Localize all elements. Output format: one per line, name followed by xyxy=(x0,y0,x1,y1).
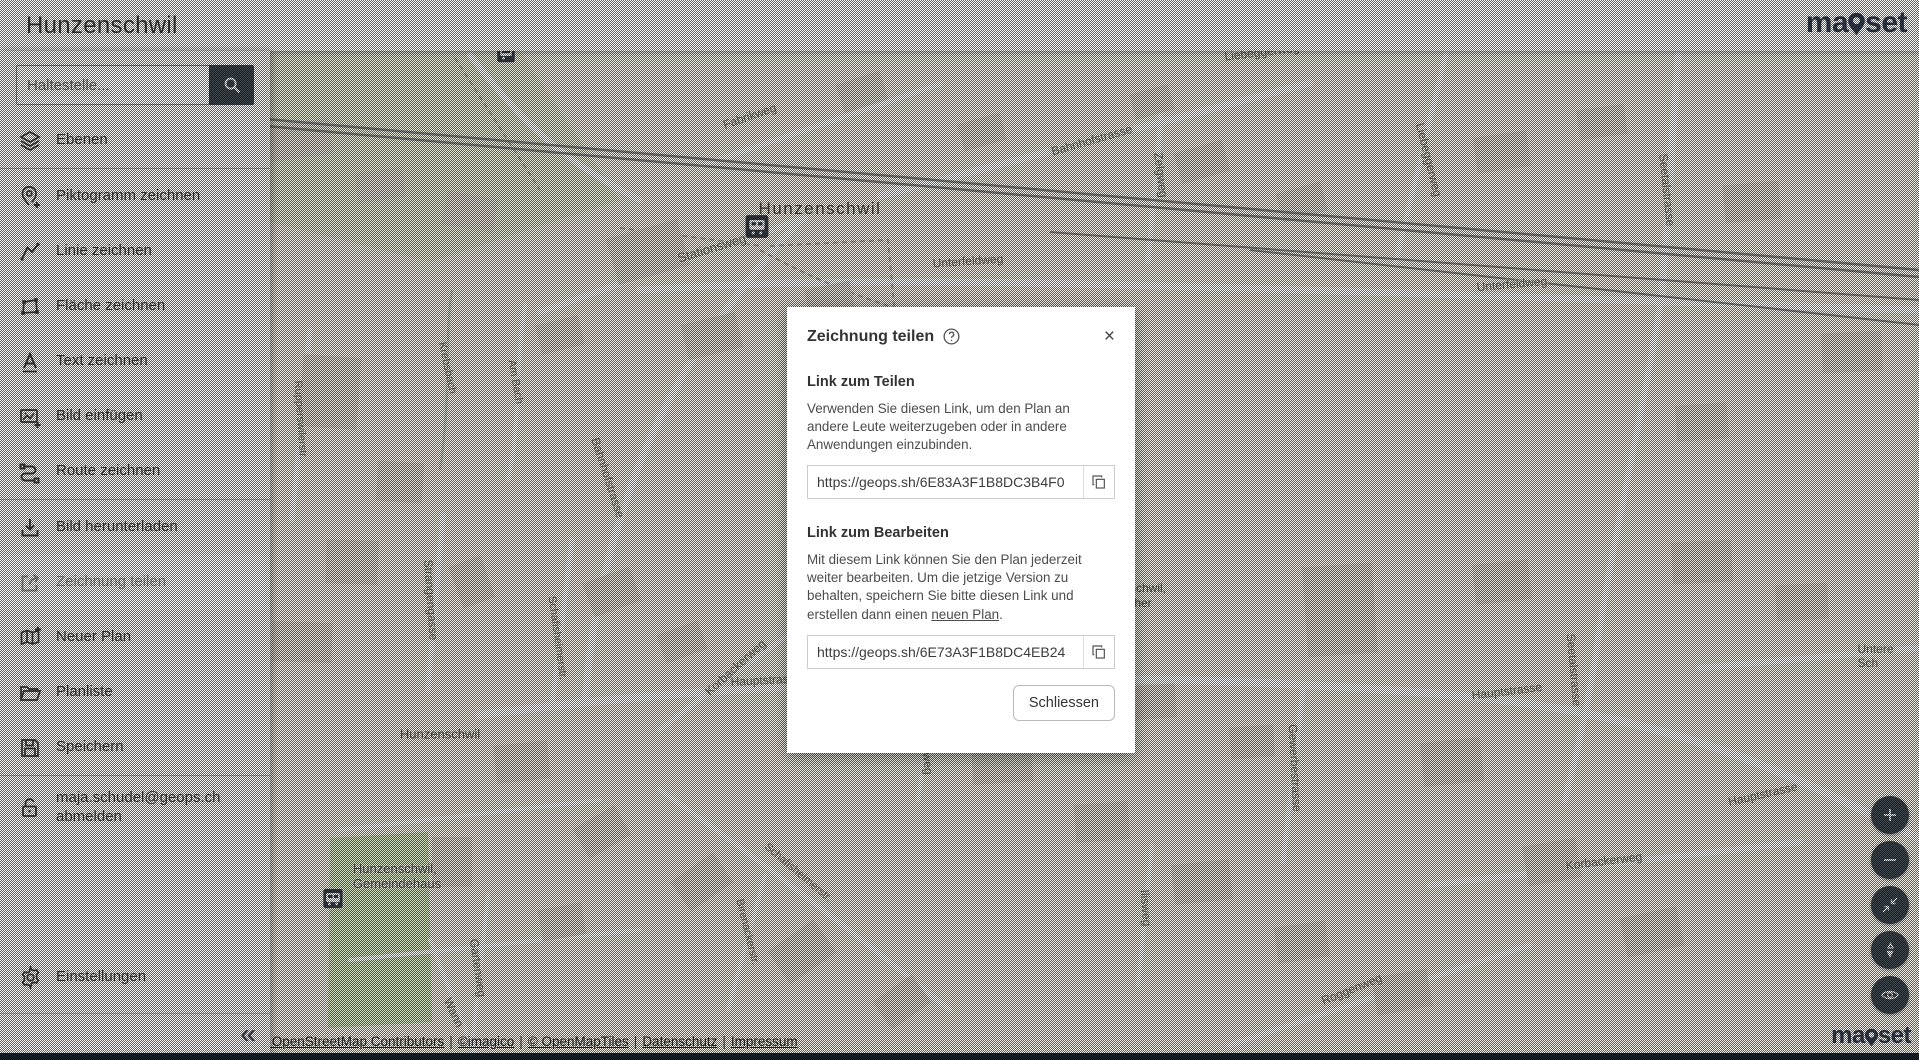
copy-share-link-button[interactable] xyxy=(1083,466,1114,498)
dialog-title: Zeichnung teilen xyxy=(807,328,934,346)
share-link-description: Verwenden Sie diesen Link, um den Plan a… xyxy=(807,400,1115,454)
dialog-title-row: Zeichnung teilen × xyxy=(807,327,1115,346)
neuen-plan-link[interactable]: neuen Plan xyxy=(931,607,999,622)
edit-link-row: https://geops.sh/6E73A3F1B8DC4EB24 xyxy=(807,635,1115,669)
edit-link-heading: Link zum Bearbeiten xyxy=(807,525,1115,541)
schliessen-button[interactable]: Schliessen xyxy=(1013,685,1115,721)
close-icon[interactable]: × xyxy=(1104,327,1115,346)
share-dialog: Zeichnung teilen × Link zum Teilen Verwe… xyxy=(787,307,1135,753)
help-icon[interactable] xyxy=(942,327,961,346)
share-link-url[interactable]: https://geops.sh/6E83A3F1B8DC3B4F0 xyxy=(808,466,1083,498)
share-link-heading: Link zum Teilen xyxy=(807,374,1115,390)
edit-link-url[interactable]: https://geops.sh/6E73A3F1B8DC4EB24 xyxy=(808,636,1083,668)
share-link-row: https://geops.sh/6E83A3F1B8DC3B4F0 xyxy=(807,465,1115,499)
copy-icon xyxy=(1091,474,1107,490)
edit-link-description: Mit diesem Link können Sie den Plan jede… xyxy=(807,551,1115,623)
copy-edit-link-button[interactable] xyxy=(1083,636,1114,668)
app-window: HunzenschwilFabrikwegBahnhofstrasseZelgw… xyxy=(0,0,1919,1060)
copy-icon xyxy=(1091,644,1107,660)
